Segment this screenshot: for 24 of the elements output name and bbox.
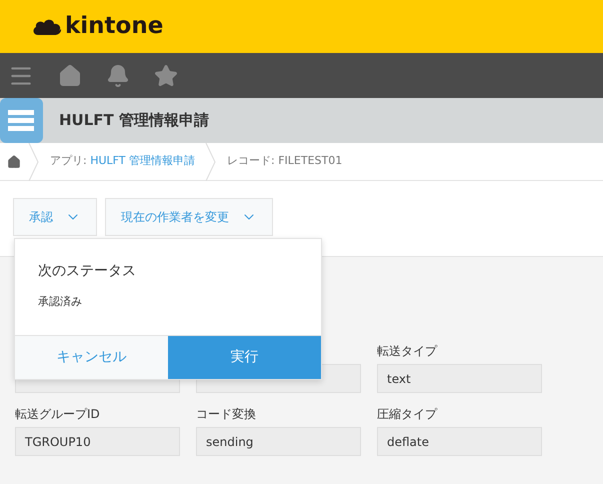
field-label: コード変換 <box>196 406 257 421</box>
next-status: 承認済み <box>38 294 83 310</box>
popup-heading: 次のステータス <box>38 262 137 281</box>
cancel-button[interactable]: キャンセル <box>15 336 168 379</box>
field-label: 転送タイプ <box>377 343 438 358</box>
bell-icon[interactable] <box>106 64 130 88</box>
field-value: text <box>377 364 542 393</box>
field-value: sending <box>196 427 361 456</box>
home-icon[interactable] <box>58 64 82 88</box>
execute-button[interactable]: 実行 <box>168 336 321 379</box>
field-value: TGROUP10 <box>15 427 180 456</box>
star-icon[interactable] <box>154 64 178 88</box>
breadcrumb-app: アプリ: HULFT 管理情報申請 <box>49 153 196 170</box>
action-dropdown[interactable]: 現在の作業者を変更 <box>105 198 273 236</box>
breadcrumb-record: レコード: FILETEST01 <box>226 153 344 170</box>
app-title: HULFT 管理情報申請 <box>59 110 209 132</box>
home-icon[interactable] <box>7 154 21 168</box>
field-label: 圧縮タイプ <box>377 406 438 421</box>
logo-text: kintone <box>65 15 164 38</box>
app-link[interactable]: HULFT 管理情報申請 <box>90 154 196 168</box>
field-value: deflate <box>377 427 542 456</box>
action-dropdown[interactable]: 承認 <box>13 198 97 236</box>
field-label: 転送グループID <box>15 406 101 421</box>
cloud-logo-icon <box>32 16 62 36</box>
